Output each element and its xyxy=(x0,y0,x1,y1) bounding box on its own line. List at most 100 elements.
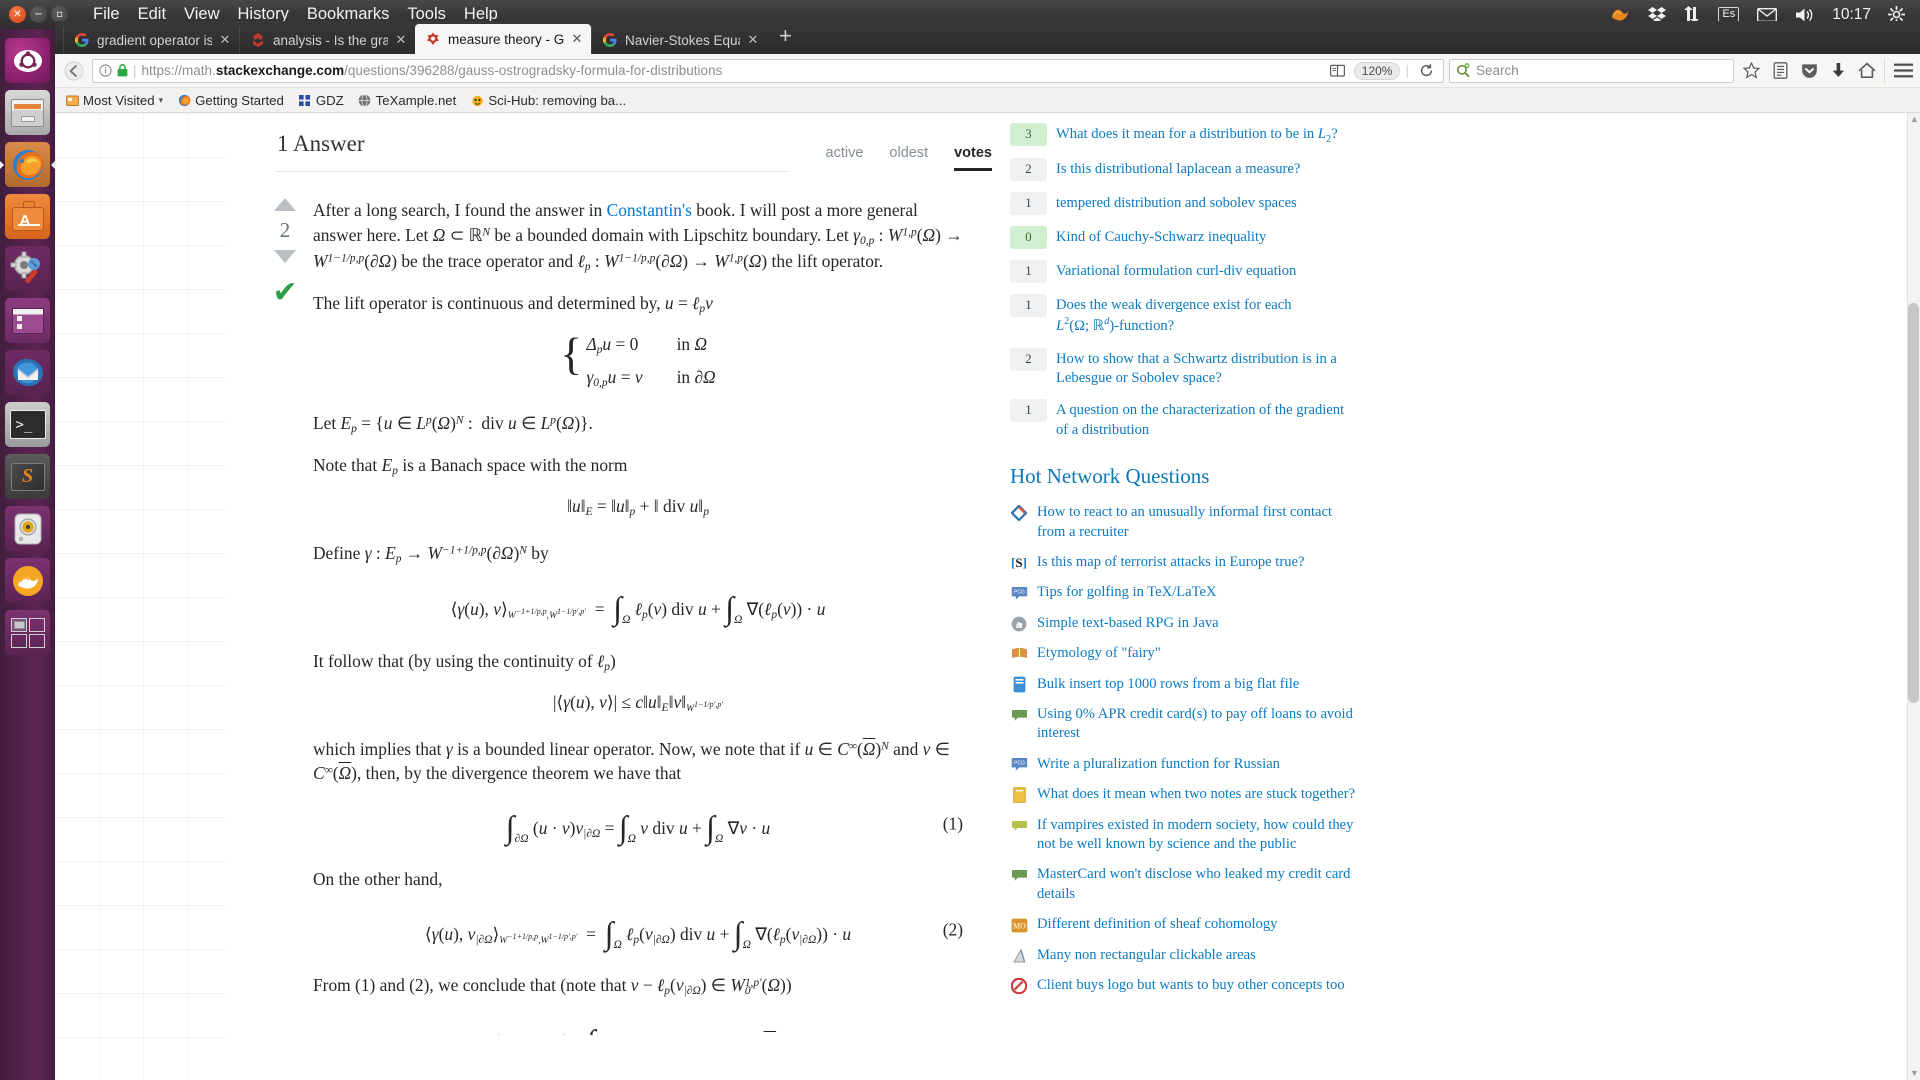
launcher-firefox[interactable] xyxy=(4,141,51,188)
hot-question-item[interactable]: MasterCard won't disclose who leaked my … xyxy=(1010,865,1360,904)
close-icon[interactable]: ✕ xyxy=(747,32,759,48)
tab-oldest[interactable]: oldest xyxy=(889,145,928,171)
bookmark-scihub[interactable]: Sci-Hub: removing ba... xyxy=(464,91,632,110)
constantin-link[interactable]: Constantin's xyxy=(607,200,692,220)
linked-question-item[interactable]: 1 Variational formulation curl-div equat… xyxy=(1010,259,1354,283)
search-input[interactable]: Search xyxy=(1476,63,1519,78)
page-scrollbar[interactable]: ▲ ▼ xyxy=(1907,113,1920,1080)
minimize-window-button[interactable]: − xyxy=(30,6,47,23)
linked-question-title[interactable]: Variational formulation curl-div equatio… xyxy=(1056,260,1296,281)
menu-icon[interactable] xyxy=(1884,57,1914,84)
hot-question-item[interactable]: PCG Write a pluralization function for R… xyxy=(1010,755,1360,774)
search-engine-icon[interactable] xyxy=(1456,63,1471,78)
hot-question-title[interactable]: Etymology of "fairy" xyxy=(1037,644,1161,663)
tab-active[interactable]: active xyxy=(826,145,864,171)
zoom-level-badge[interactable]: 120% xyxy=(1353,61,1401,80)
linked-question-title[interactable]: tempered distribution and sobolev spaces xyxy=(1056,192,1297,213)
back-icon[interactable] xyxy=(61,58,87,84)
launcher-thunderbird[interactable] xyxy=(4,349,51,396)
upvote-arrow-icon[interactable] xyxy=(274,198,296,211)
bookmark-star-icon[interactable] xyxy=(1739,58,1763,84)
linked-question-item[interactable]: 3 What does it mean for a distribution t… xyxy=(1010,123,1354,147)
reload-icon[interactable] xyxy=(1414,63,1439,78)
hot-question-item[interactable]: What does it mean when two notes are stu… xyxy=(1010,785,1360,804)
hot-question-title[interactable]: What does it mean when two notes are stu… xyxy=(1037,785,1355,804)
browser-tab-4[interactable]: Navier-Stokes Equatio ✕ xyxy=(591,26,767,54)
launcher-anaconda[interactable] xyxy=(4,557,51,604)
hot-question-title[interactable]: MasterCard won't disclose who leaked my … xyxy=(1037,865,1360,904)
hot-question-title[interactable]: Using 0% APR credit card(s) to pay off l… xyxy=(1037,705,1360,744)
new-tab-button[interactable]: + xyxy=(767,25,804,50)
tab-votes[interactable]: votes xyxy=(954,145,992,171)
hot-question-item[interactable]: Etymology of "fairy" xyxy=(1010,644,1360,663)
linked-question-title[interactable]: What does it mean for a distribution to … xyxy=(1056,123,1338,147)
browser-tab-1[interactable]: gradient operator is o ✕ xyxy=(63,26,239,54)
linked-question-item[interactable]: 2 Is this distributional laplacean a mea… xyxy=(1010,157,1354,181)
hot-question-item[interactable]: PCG Tips for golfing in TeX/LaTeX xyxy=(1010,583,1360,602)
bookmark-gdz[interactable]: GDZ xyxy=(292,91,350,110)
launcher-sublime-text[interactable]: S xyxy=(4,453,51,500)
url-bar[interactable]: | https://math.stackexchange.com/questio… xyxy=(92,58,1444,83)
page-info-icon[interactable] xyxy=(99,64,112,77)
close-icon[interactable]: ✕ xyxy=(395,32,407,48)
linked-question-title[interactable]: Is this distributional laplacean a measu… xyxy=(1056,158,1300,179)
scroll-up-arrow-icon[interactable]: ▲ xyxy=(1908,113,1920,126)
linked-question-item[interactable]: 1 A question on the characterization of … xyxy=(1010,399,1354,440)
reader-mode-icon[interactable] xyxy=(1326,64,1349,78)
hot-question-item[interactable]: Bulk insert top 1000 rows from a big fla… xyxy=(1010,675,1360,694)
hot-question-item[interactable]: If vampires existed in modern society, h… xyxy=(1010,816,1360,855)
hot-question-title[interactable]: Write a pluralization function for Russi… xyxy=(1037,755,1280,774)
close-icon[interactable]: ✕ xyxy=(571,31,583,47)
hot-question-title[interactable]: Tips for golfing in TeX/LaTeX xyxy=(1037,583,1217,602)
linked-question-title[interactable]: How to show that a Schwartz distribution… xyxy=(1056,348,1354,389)
firefox-window: gradient operator is o ✕ analysis - Is t… xyxy=(55,21,1920,1080)
linked-question-item[interactable]: 2 How to show that a Schwartz distributi… xyxy=(1010,347,1354,389)
launcher-files[interactable] xyxy=(4,89,51,136)
bookmark-getting-started[interactable]: Getting Started xyxy=(171,91,290,110)
hot-question-item[interactable]: Simple text-based RPG in Java xyxy=(1010,614,1360,633)
launcher-terminal[interactable]: >_ xyxy=(4,401,51,448)
linked-question-item[interactable]: 0 Kind of Cauchy-Schwarz inequality xyxy=(1010,225,1354,249)
launcher-software-center[interactable]: A xyxy=(4,193,51,240)
downloads-icon[interactable] xyxy=(1826,58,1850,84)
scrollbar-thumb[interactable] xyxy=(1908,303,1919,703)
bookmark-most-visited[interactable]: Most Visited ▾ xyxy=(59,91,169,110)
scroll-down-arrow-icon[interactable]: ▼ xyxy=(1908,1067,1920,1080)
linked-question-item[interactable]: 1 Does the weak divergence exist for eac… xyxy=(1010,293,1354,337)
graphicdesign-icon xyxy=(1010,947,1028,965)
hot-question-title[interactable]: Many non rectangular clickable areas xyxy=(1037,946,1256,965)
bookmark-texample[interactable]: TeXample.net xyxy=(352,91,463,110)
hot-question-item[interactable]: Many non rectangular clickable areas xyxy=(1010,946,1360,965)
hot-question-title[interactable]: Bulk insert top 1000 rows from a big fla… xyxy=(1037,675,1299,694)
launcher-workspace-switcher[interactable] xyxy=(4,609,51,656)
hot-question-item[interactable]: Client buys logo but wants to buy other … xyxy=(1010,976,1360,995)
hot-question-item[interactable]: MO Different definition of sheaf cohomol… xyxy=(1010,915,1360,934)
hot-question-item[interactable]: Using 0% APR credit card(s) to pay off l… xyxy=(1010,705,1360,744)
codegolf-icon: PCG xyxy=(1010,756,1028,774)
hot-question-title[interactable]: How to react to an unusually informal fi… xyxy=(1037,503,1360,542)
pocket-icon[interactable] xyxy=(1797,58,1821,84)
launcher-ubuntu-dash[interactable] xyxy=(4,37,51,84)
linked-question-title[interactable]: A question on the characterization of th… xyxy=(1056,399,1354,440)
downvote-arrow-icon[interactable] xyxy=(274,250,296,263)
search-bar[interactable]: Search xyxy=(1449,58,1734,83)
hot-question-title[interactable]: If vampires existed in modern society, h… xyxy=(1037,816,1360,855)
hot-question-title[interactable]: Simple text-based RPG in Java xyxy=(1037,614,1219,633)
launcher-screenshot[interactable] xyxy=(4,297,51,344)
close-window-button[interactable]: ✕ xyxy=(9,6,26,23)
launcher-audacious[interactable] xyxy=(4,505,51,552)
browser-tab-2[interactable]: analysis - Is the gradie ✕ xyxy=(239,26,415,54)
linked-question-title[interactable]: Kind of Cauchy-Schwarz inequality xyxy=(1056,226,1266,247)
hot-question-title[interactable]: Client buys logo but wants to buy other … xyxy=(1037,976,1345,995)
home-icon[interactable] xyxy=(1855,58,1879,84)
hot-question-item[interactable]: How to react to an unusually informal fi… xyxy=(1010,503,1360,542)
hot-question-title[interactable]: Is this map of terrorist attacks in Euro… xyxy=(1037,553,1304,572)
linked-question-title[interactable]: Does the weak divergence exist for each L… xyxy=(1056,294,1292,337)
hot-question-title[interactable]: Different definition of sheaf cohomology xyxy=(1037,915,1277,934)
reading-list-icon[interactable] xyxy=(1768,58,1792,84)
launcher-system-settings[interactable] xyxy=(4,245,51,292)
close-icon[interactable]: ✕ xyxy=(219,32,231,48)
hot-question-item[interactable]: [S] Is this map of terrorist attacks in … xyxy=(1010,553,1360,572)
browser-tab-3[interactable]: measure theory - Gaus ✕ xyxy=(415,24,591,54)
linked-question-item[interactable]: 1 tempered distribution and sobolev spac… xyxy=(1010,191,1354,215)
